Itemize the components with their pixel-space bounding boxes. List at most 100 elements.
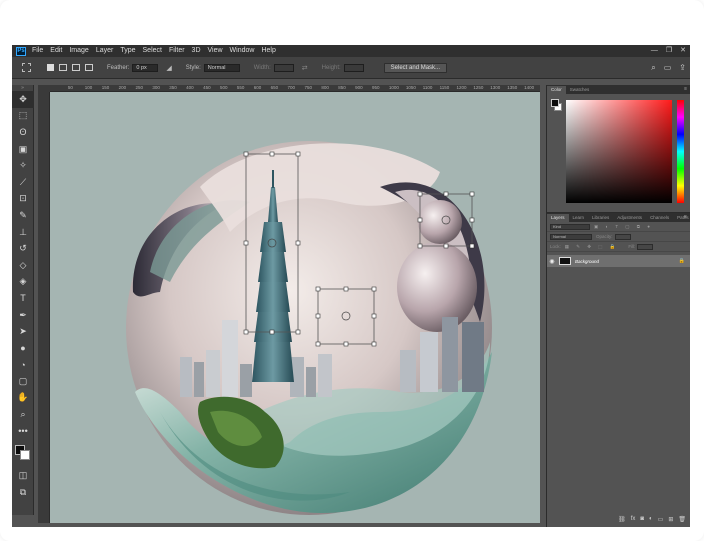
path-select-tool-icon[interactable]: ➤: [12, 323, 34, 340]
type-tool-icon[interactable]: T: [12, 290, 34, 307]
swap-icon[interactable]: ⇄: [302, 64, 308, 72]
tab-libraries[interactable]: Libraries: [588, 214, 613, 222]
color-swatches[interactable]: [12, 439, 34, 467]
menu-file[interactable]: File: [32, 45, 43, 57]
menu-edit[interactable]: Edit: [50, 45, 62, 57]
tab-adjustments[interactable]: Adjustments: [613, 214, 646, 222]
select-and-mask-button[interactable]: Select and Mask...: [383, 62, 448, 73]
more-tools-icon[interactable]: •••: [12, 423, 34, 440]
tab-paths[interactable]: Paths: [673, 214, 693, 222]
style-select[interactable]: Normal: [203, 63, 240, 72]
menu-window[interactable]: Window: [230, 45, 255, 57]
minimize-button[interactable]: —: [651, 45, 658, 57]
menu-type[interactable]: Type: [120, 45, 135, 57]
lock-icons[interactable]: ▦ ✎ ✥ ⬚ 🔒: [565, 244, 619, 250]
tab-channels[interactable]: Channels: [646, 214, 673, 222]
filter-icons[interactable]: ▣ ◐ T ▢ ⧉ ●: [594, 224, 653, 230]
panel-foreground-swatch[interactable]: [551, 99, 559, 107]
stamp-tool-icon[interactable]: ⊥: [12, 224, 34, 241]
fx-icon[interactable]: fx: [631, 516, 636, 522]
height-label: Height:: [321, 64, 341, 71]
marquee-preset-icon[interactable]: [22, 63, 31, 72]
pen-tool-icon[interactable]: ✒: [12, 307, 34, 324]
add-selection-icon[interactable]: [59, 64, 67, 71]
rectangle-tool-icon[interactable]: ▢: [12, 373, 34, 390]
height-input[interactable]: [343, 63, 364, 72]
brush-tool-icon[interactable]: ✎: [12, 207, 34, 224]
blend-mode-select[interactable]: Normal: [550, 233, 592, 240]
new-selection-icon[interactable]: [47, 64, 54, 71]
layers-footer: ⛓ fx ◙ ◐ ▭ ⊞ 🗑: [546, 514, 690, 524]
hue-slider[interactable]: [677, 100, 684, 203]
panel-menu-icon[interactable]: ≡: [684, 85, 687, 94]
zoom-tool-icon[interactable]: ⌕: [12, 406, 34, 423]
opacity-input[interactable]: [614, 233, 631, 240]
quick-mask-icon[interactable]: ◫: [12, 467, 34, 484]
ruler-tick-label: 1100: [422, 85, 433, 90]
document-canvas[interactable]: [50, 92, 540, 523]
menu-image[interactable]: Image: [69, 45, 88, 57]
hand-tool-icon[interactable]: ✋: [12, 390, 34, 407]
options-right-icons: ⌕ ▭ ⇪: [651, 63, 686, 73]
kind-filter-select[interactable]: Kind: [550, 223, 590, 230]
maximize-button[interactable]: ❐: [666, 45, 672, 57]
ruler-tick-label: 150: [101, 85, 110, 90]
layer-thumbnail: [559, 257, 571, 265]
intersect-selection-icon[interactable]: [85, 64, 93, 71]
menu-view[interactable]: View: [208, 45, 223, 57]
anti-alias-icon[interactable]: ◢: [166, 64, 171, 72]
blur-tool-icon[interactable]: ●: [12, 340, 34, 357]
visibility-eye-icon[interactable]: ◉: [547, 258, 557, 265]
workspace-icon[interactable]: ▭: [664, 63, 672, 73]
object-select-tool-icon[interactable]: ▣: [12, 141, 34, 158]
layers-menu-icon[interactable]: ≡: [684, 213, 687, 222]
menu-select[interactable]: Select: [143, 45, 162, 57]
fill-input[interactable]: [637, 243, 654, 250]
tab-learn[interactable]: Learn: [569, 214, 589, 222]
subtract-selection-icon[interactable]: [72, 64, 80, 71]
menu-filter[interactable]: Filter: [169, 45, 185, 57]
tab-color[interactable]: Color: [547, 86, 566, 94]
add-mask-icon[interactable]: ◙: [640, 516, 644, 522]
photoshop-logo: Ps: [16, 46, 26, 56]
lasso-tool-icon[interactable]: ʘ: [12, 124, 34, 141]
close-button[interactable]: ✕: [680, 45, 686, 57]
link-layers-icon[interactable]: ⛓: [618, 516, 626, 523]
lock-row: Lock: ▦ ✎ ✥ ⬚ 🔒 Fill:: [547, 242, 690, 252]
horizontal-ruler[interactable]: 50 100 150 200 250 300 350 400 450 500 550 600 650 70…: [50, 85, 540, 92]
color-picker-field[interactable]: [566, 100, 672, 203]
ruler-tick-label: 1300: [490, 85, 501, 90]
layer-row-background[interactable]: ◉ Background 🔒: [547, 255, 690, 267]
menu-layer[interactable]: Layer: [96, 45, 114, 57]
background-color-swatch[interactable]: [20, 450, 30, 461]
marquee-tool-icon[interactable]: ⬚: [12, 108, 34, 125]
history-brush-tool-icon[interactable]: ↺: [12, 240, 34, 257]
delete-layer-icon[interactable]: 🗑: [678, 516, 686, 523]
ruler-tick-label: 1050: [405, 85, 416, 90]
new-layer-icon[interactable]: ⊞: [668, 516, 673, 523]
vertical-ruler[interactable]: [38, 92, 50, 523]
ruler-tick-label: 850: [338, 85, 346, 90]
tab-layers[interactable]: Layers: [547, 214, 569, 222]
adjustment-layer-icon[interactable]: ◐: [649, 516, 653, 522]
width-input[interactable]: [273, 63, 294, 72]
screen-mode-icon[interactable]: ⧉: [12, 484, 34, 501]
crop-tool-icon[interactable]: ⊡: [12, 191, 34, 208]
move-tool-icon[interactable]: ✥: [12, 91, 34, 108]
fill-label: Fill:: [628, 244, 636, 249]
menu-3d[interactable]: 3D: [192, 45, 201, 57]
new-group-icon[interactable]: ▭: [658, 516, 664, 523]
search-icon[interactable]: ⌕: [651, 63, 655, 73]
dodge-tool-icon[interactable]: ◔: [12, 357, 34, 374]
menu-help[interactable]: Help: [261, 45, 275, 57]
magic-wand-tool-icon[interactable]: ✧: [12, 157, 34, 174]
feather-input[interactable]: 0 px: [132, 63, 159, 72]
eyedropper-tool-icon[interactable]: ⟋: [12, 174, 34, 191]
eraser-tool-icon[interactable]: ◇: [12, 257, 34, 274]
color-panel: [547, 94, 690, 212]
share-icon[interactable]: ⇪: [679, 63, 686, 73]
gradient-tool-icon[interactable]: ◈: [12, 274, 34, 291]
ruler-tick-label: 800: [321, 85, 329, 90]
tab-swatches[interactable]: Swatches: [566, 86, 594, 94]
ruler-origin[interactable]: [38, 85, 50, 92]
